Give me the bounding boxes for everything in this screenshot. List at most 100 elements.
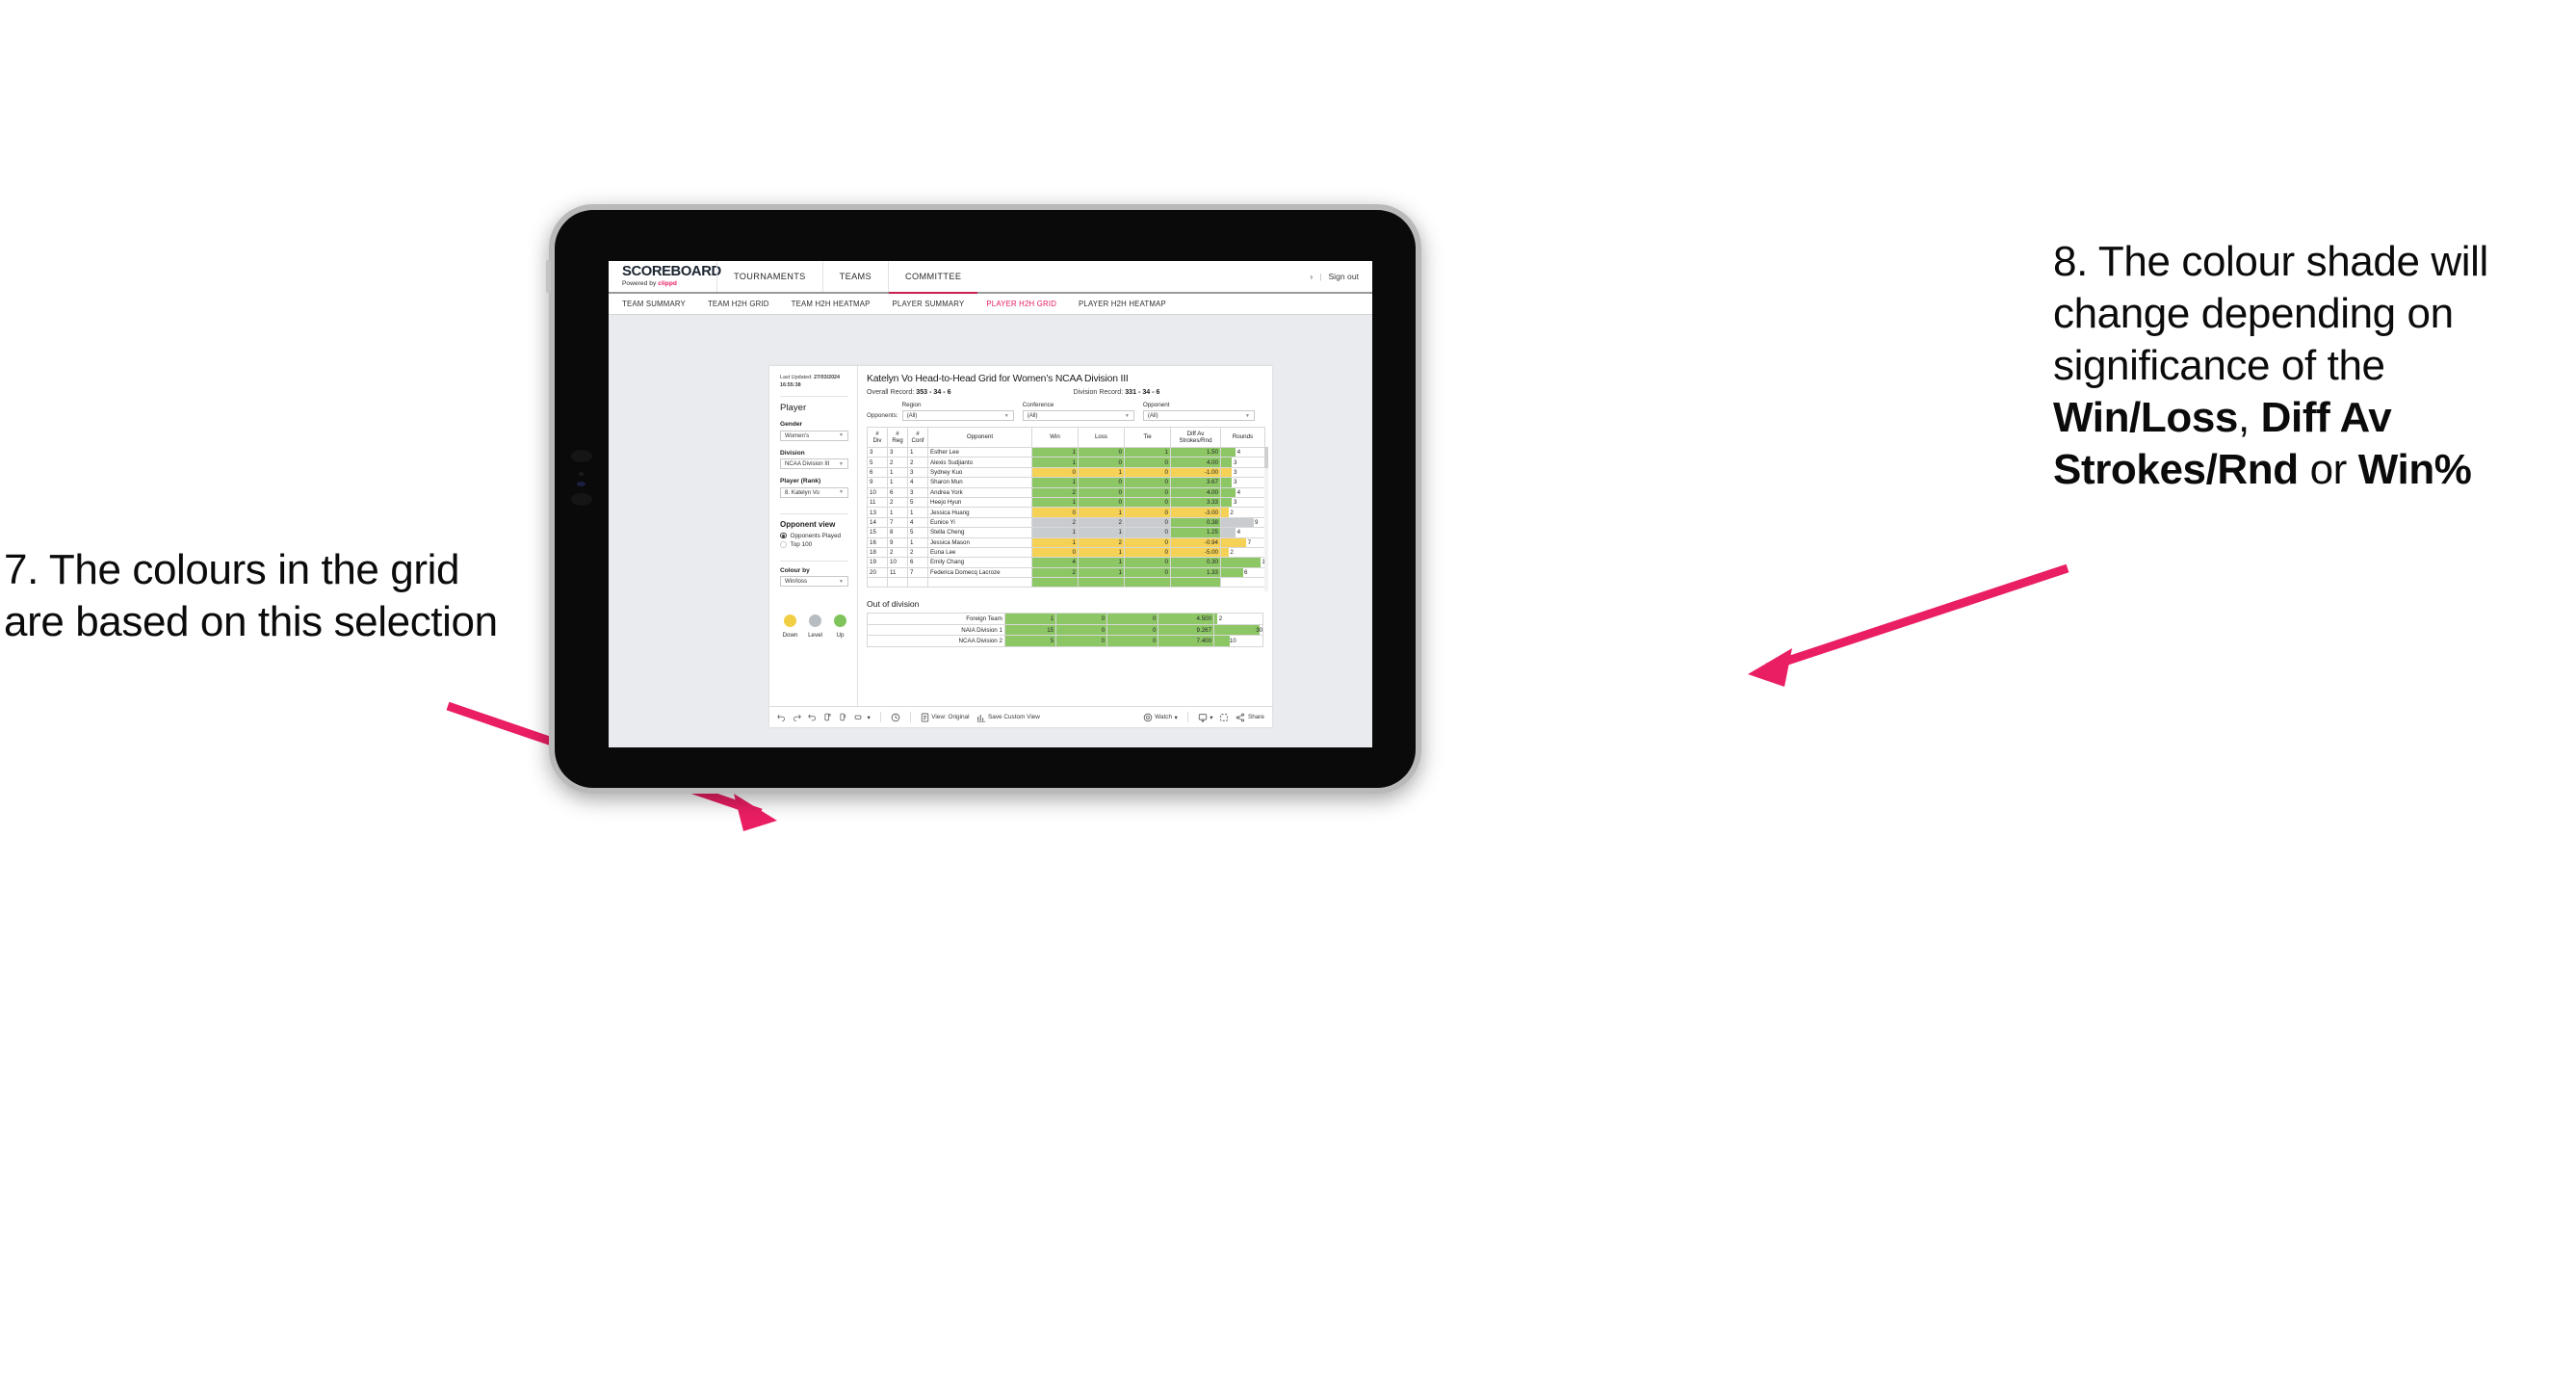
- legend-label-down: Down: [782, 632, 798, 639]
- cell-tie: 0: [1124, 546, 1171, 559]
- table-row[interactable]: 18 2 2 Euna Lee 0 1 0 -5.00 2: [867, 546, 1265, 559]
- redo-icon[interactable]: [793, 713, 801, 721]
- list-item[interactable]: NAIA Division 1 15 0 0 9.267 30: [867, 623, 1263, 637]
- table-row[interactable]: 15 8 5 Stella Cheng 1 1 0 1.25 4: [867, 527, 1265, 538]
- filter-player-rank-select[interactable]: 8. Katelyn Vo ▼: [780, 486, 848, 498]
- chevron-down-icon: ▼: [1124, 412, 1130, 419]
- cell-ood-loss: 0: [1055, 613, 1108, 625]
- h2h-grid-head: # Div # Reg # Conf Opponent Win Loss Tie Di…: [867, 427, 1265, 448]
- cell-conf: 1: [907, 536, 928, 548]
- filter-colour-by: Colour by Win/loss ▼: [780, 567, 848, 587]
- cell-div: 13: [867, 507, 888, 518]
- filter-division-select[interactable]: NCAA Division III ▼: [780, 458, 848, 469]
- table-row-partial[interactable]: [867, 577, 1265, 588]
- rounds-value: 10: [1229, 638, 1236, 645]
- table-row[interactable]: 11 2 5 Heejo Hyun 1 0 0 3.33 3: [867, 496, 1265, 509]
- cell-win: 1: [1031, 477, 1079, 488]
- filter-player-rank-label: Player (Rank): [780, 478, 821, 484]
- cell-tie: 0: [1124, 486, 1171, 498]
- cell-win: 2: [1031, 566, 1079, 579]
- legend-label-up: Up: [836, 632, 845, 639]
- download-icon[interactable]: ▾: [1198, 713, 1212, 722]
- cell-reg: 10: [887, 557, 908, 568]
- table-row[interactable]: 10 6 3 Andrea York 2 0 0 4.00 4: [867, 486, 1265, 498]
- table-row[interactable]: 3 3 1 Esther Lee 1 0 1 1.50 4: [867, 446, 1265, 458]
- annotation-right: 8. The colour shade will change dependin…: [2053, 236, 2573, 497]
- save-custom-view-label: Save Custom View: [988, 714, 1040, 720]
- cell-win: 0: [1031, 546, 1079, 559]
- col-reg: # Reg: [887, 427, 908, 448]
- table-row[interactable]: 14 7 4 Eunice Yi 2 2 0 0.38 9: [867, 516, 1265, 529]
- list-item[interactable]: Foreign Team 1 0 0 4.500 2: [867, 613, 1263, 625]
- filter-region-select[interactable]: (All) ▼: [901, 410, 1014, 421]
- cell-tie: 0: [1124, 527, 1171, 538]
- share-button[interactable]: Share: [1236, 713, 1264, 722]
- nav-committee[interactable]: COMMITTEE: [888, 261, 978, 294]
- filter-colour-by-select[interactable]: Win/loss ▼: [780, 576, 848, 587]
- nav-teams[interactable]: TEAMS: [821, 261, 888, 292]
- watch-button[interactable]: Watch ▾: [1143, 713, 1178, 722]
- sign-out-link[interactable]: Sign out: [1328, 272, 1359, 281]
- cell-diff: -3.00: [1170, 507, 1221, 518]
- cell-diff: 3.33: [1170, 496, 1221, 509]
- filter-gender-label: Gender: [780, 421, 803, 428]
- grid-scrollbar-thumb[interactable]: [1264, 447, 1268, 468]
- cell-ood-diff: 4.500: [1158, 613, 1215, 625]
- subnav-team-h2h-heatmap[interactable]: TEAM H2H HEATMAP: [792, 300, 871, 308]
- out-of-division-body: Foreign Team 1 0 0 4.500 2 NAIA Division 1 15 0 0…: [867, 613, 1263, 647]
- subnav-player-h2h-grid[interactable]: PLAYER H2H GRID: [986, 300, 1056, 308]
- revert-icon[interactable]: [808, 713, 817, 721]
- rounds-value: 30: [1256, 626, 1263, 634]
- view-original-button[interactable]: View: Original: [921, 713, 970, 722]
- filter-player-rank-value: 8. Katelyn Vo: [785, 488, 820, 496]
- chevron-down-icon: ▼: [839, 489, 844, 495]
- cell-win: 1: [1031, 536, 1079, 548]
- cell-loss: 0: [1078, 496, 1125, 509]
- cell-rounds: 3: [1220, 477, 1265, 488]
- cell-ood-tie: 0: [1106, 635, 1159, 647]
- table-row[interactable]: 16 9 1 Jessica Mason 1 2 0 -0.94 7: [867, 536, 1265, 548]
- filter-conference: Conference (All) ▼: [1022, 402, 1134, 421]
- table-row[interactable]: 6 1 3 Sydney Kuo 0 1 0 -1.00 3: [867, 466, 1265, 479]
- table-row[interactable]: 19106Emily Chang4100.3011: [867, 557, 1268, 568]
- viz-toolbar: ▾ View: Original Save Custom View Watch …: [769, 706, 1272, 727]
- h2h-grid-body: 3 3 1 Esther Lee 1 0 1 1.50 4 5 2 2 Alexis Sudjianto…: [867, 446, 1268, 588]
- fullscreen-icon[interactable]: [1219, 713, 1229, 722]
- nav-tournaments[interactable]: TOURNAMENTS: [716, 261, 822, 292]
- brand-logo[interactable]: SCOREBOARD Powered by clippd: [609, 261, 721, 292]
- pause-icon[interactable]: [839, 713, 847, 721]
- table-row[interactable]: 5 2 2 Alexis Sudjianto 1 0 0 4.00 3: [867, 457, 1265, 468]
- cell-div: 9: [867, 477, 888, 488]
- workspace: Last Updated: 27/03/2024 16:55:38 Player…: [609, 315, 1372, 747]
- table-row[interactable]: 13 1 1 Jessica Huang 0 1 0 -3.00 2: [867, 507, 1265, 518]
- cell-diff: -0.94: [1170, 536, 1221, 548]
- device-preview-icon[interactable]: ▾: [854, 713, 871, 721]
- tablet-power-button: [546, 260, 551, 293]
- cell-rounds: 4: [1220, 446, 1265, 458]
- annotation-right-mid2: or: [2298, 446, 2358, 494]
- rounds-value: 3: [1234, 458, 1237, 466]
- grid-scrollbar-track[interactable]: [1264, 447, 1268, 591]
- chevron-right-icon[interactable]: ›: [1310, 272, 1313, 281]
- list-item[interactable]: NCAA Division 2 5 0 0 7.400 10: [867, 635, 1263, 647]
- cell-tie: 0: [1124, 507, 1171, 518]
- subnav-team-h2h-grid[interactable]: TEAM H2H GRID: [708, 300, 769, 308]
- rounds-value: 4: [1236, 488, 1241, 496]
- table-row[interactable]: 9 1 4 Sharon Mun 1 0 0 3.67 3: [867, 477, 1265, 488]
- history-icon[interactable]: [891, 713, 900, 722]
- subnav-player-h2h-heatmap[interactable]: PLAYER H2H HEATMAP: [1079, 300, 1166, 308]
- refresh-icon[interactable]: [823, 713, 832, 721]
- filter-opponent-select[interactable]: (All) ▼: [1142, 410, 1255, 421]
- cell-ood-tie: 0: [1106, 613, 1159, 625]
- filter-conference-select[interactable]: (All) ▼: [1022, 410, 1134, 421]
- radio-top-100[interactable]: Top 100: [780, 541, 848, 548]
- subnav-team-summary[interactable]: TEAM SUMMARY: [622, 300, 686, 308]
- save-custom-view-button[interactable]: Save Custom View: [976, 713, 1040, 722]
- filter-opponent: Opponent (All) ▼: [1142, 402, 1255, 421]
- subnav-player-summary[interactable]: PLAYER SUMMARY: [893, 300, 965, 308]
- table-row[interactable]: 20 11 7 Federica Domecq Lacroze 2 1 0 1.33 6: [867, 566, 1265, 579]
- undo-icon[interactable]: [777, 713, 786, 721]
- radio-opponents-played[interactable]: Opponents Played: [780, 533, 848, 539]
- filter-gender-select[interactable]: Women’s ▼: [780, 430, 848, 441]
- rounds-value: 3: [1234, 499, 1237, 507]
